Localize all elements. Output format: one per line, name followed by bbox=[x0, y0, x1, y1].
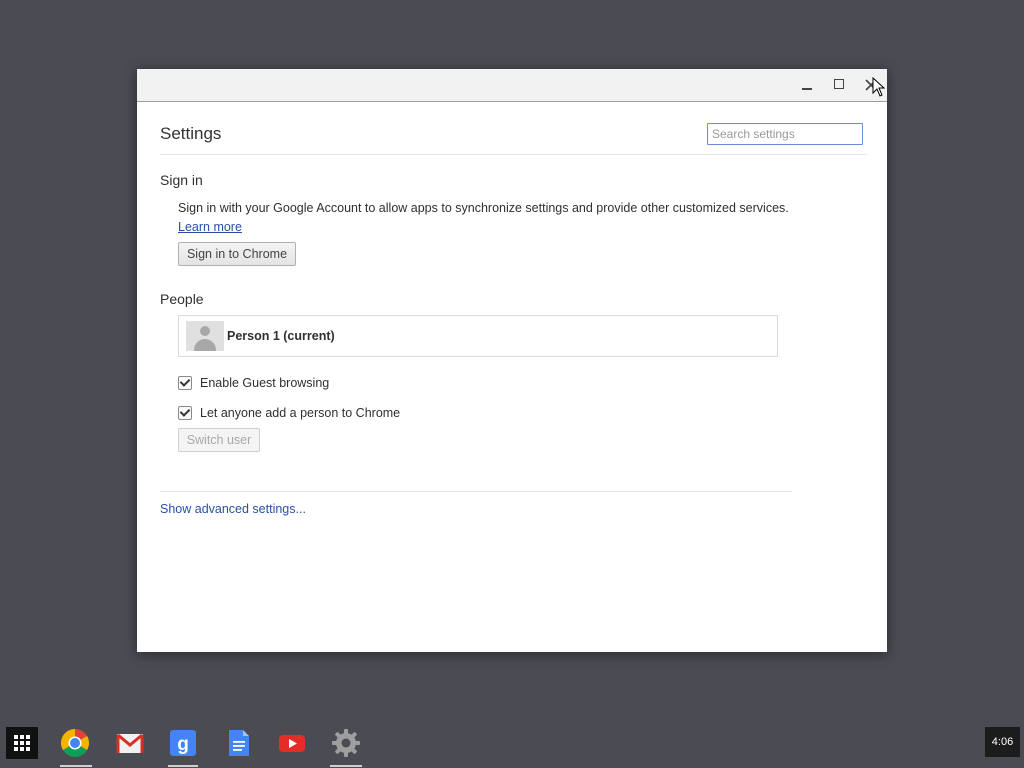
guest-browsing-checkbox[interactable] bbox=[178, 376, 192, 390]
switch-user-button[interactable]: Switch user bbox=[178, 428, 260, 452]
sign-in-heading: Sign in bbox=[160, 172, 203, 188]
close-icon[interactable] bbox=[862, 76, 880, 94]
avatar bbox=[186, 321, 224, 351]
shelf: g bbox=[0, 720, 1024, 768]
add-person-label: Let anyone add a person to Chrome bbox=[200, 406, 401, 420]
guest-browsing-option[interactable]: Enable Guest browsing bbox=[178, 376, 329, 390]
google-search-icon[interactable]: g bbox=[168, 728, 198, 758]
settings-gear-icon[interactable] bbox=[331, 728, 361, 758]
gmail-icon[interactable] bbox=[115, 728, 145, 758]
minimize-icon[interactable] bbox=[798, 76, 816, 94]
page-title: Settings bbox=[160, 124, 222, 143]
guest-browsing-label: Enable Guest browsing bbox=[200, 376, 330, 390]
window-titlebar[interactable] bbox=[137, 69, 887, 102]
people-heading: People bbox=[160, 291, 204, 307]
sign-in-description: Sign in with your Google Account to allo… bbox=[178, 201, 789, 215]
header-divider bbox=[160, 154, 867, 155]
google-running-indicator bbox=[168, 765, 198, 767]
advanced-divider bbox=[160, 491, 792, 492]
status-clock[interactable]: 4:06 bbox=[985, 727, 1020, 757]
app-launcher-icon[interactable] bbox=[6, 727, 38, 759]
show-advanced-settings-link[interactable]: Show advanced settings... bbox=[160, 502, 306, 516]
chrome-running-indicator bbox=[60, 765, 92, 767]
sign-in-button[interactable]: Sign in to Chrome bbox=[178, 242, 296, 266]
chrome-icon[interactable] bbox=[60, 728, 90, 758]
learn-more-link[interactable]: Learn more bbox=[178, 220, 242, 234]
add-person-checkbox[interactable] bbox=[178, 406, 192, 420]
youtube-icon[interactable] bbox=[277, 728, 307, 758]
settings-running-indicator bbox=[330, 765, 362, 767]
settings-window: Settings Sign in Sign in with your Googl… bbox=[137, 69, 887, 652]
profile-name[interactable]: Person 1 (current) bbox=[227, 329, 335, 343]
docs-icon[interactable] bbox=[223, 728, 253, 758]
svg-text:g: g bbox=[177, 734, 189, 755]
profile-list: Person 1 (current) bbox=[178, 315, 778, 357]
search-input[interactable] bbox=[707, 123, 863, 145]
maximize-icon[interactable] bbox=[830, 76, 848, 94]
add-person-option[interactable]: Let anyone add a person to Chrome bbox=[178, 406, 400, 420]
